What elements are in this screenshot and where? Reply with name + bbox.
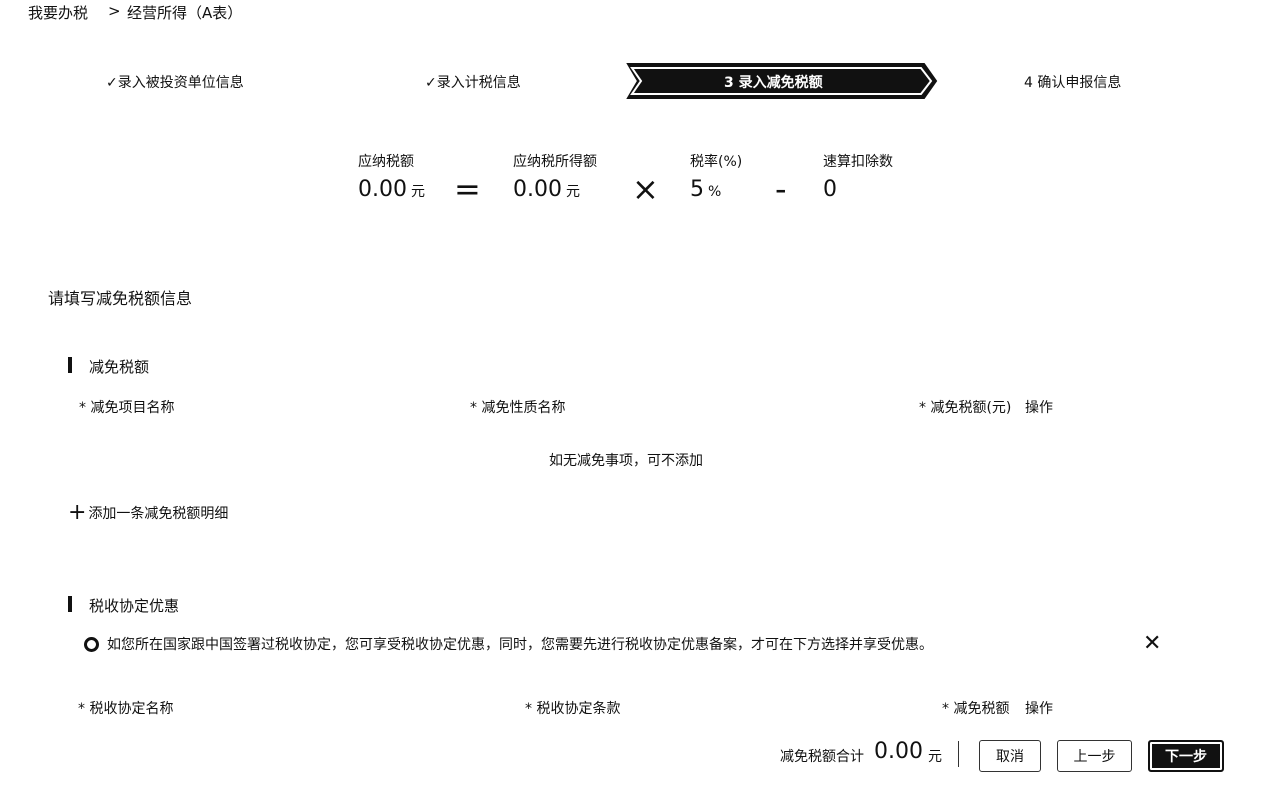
empty-state-text: 如无减免事项，可不添加 [549, 453, 703, 469]
step-4-label: 4 确认申报信息 [1024, 75, 1122, 91]
check-icon: ✓ [425, 75, 437, 91]
treaty-notice: 如您所在国家跟中国签署过税收协定，您可享受税收协定优惠，同时，您需要先进行税收协… [84, 634, 933, 654]
plus-icon: + [68, 500, 87, 525]
tax-payable-label: 应纳税额 [358, 154, 414, 170]
taxable-income-unit: 元 [565, 184, 580, 200]
section-marker [68, 596, 72, 612]
tax-rate-value: 5% [690, 177, 722, 202]
col-treaty-clause: * 税收协定条款 [525, 701, 621, 717]
section-title: 请填写减免税额信息 [48, 289, 193, 308]
step-2-label: 录入计税信息 [436, 75, 521, 91]
col-reduction-action: 操作 [1025, 400, 1053, 416]
quick-deduction-label: 速算扣除数 [823, 154, 893, 170]
step-1: ✓录入被投资单位信息 [106, 72, 244, 92]
info-icon [84, 636, 99, 652]
col-treaty-action: 操作 [1025, 701, 1053, 717]
total-value: 0.00 [874, 739, 923, 764]
times-sign: × [632, 170, 659, 208]
col-treaty-name: * 税收协定名称 [78, 701, 174, 717]
col-reduction-nature: * 减免性质名称 [470, 400, 566, 416]
cancel-button[interactable]: 取消 [979, 740, 1041, 772]
tax-payable-unit: 元 [410, 184, 425, 200]
breadcrumb-separator-icon: > [108, 2, 121, 20]
tax-rate-unit: % [708, 184, 722, 200]
total-label: 减免税额合计 [780, 749, 864, 765]
prev-button[interactable]: 上一步 [1057, 740, 1132, 772]
next-button[interactable]: 下一步 [1148, 740, 1224, 772]
section-marker [68, 357, 72, 373]
taxable-income-label: 应纳税所得额 [513, 154, 597, 170]
add-reduction-button[interactable]: + 添加一条减免税额明细 [68, 500, 229, 525]
taxable-income-value: 0.00 元 [513, 177, 580, 202]
add-reduction-label: 添加一条减免税额明细 [88, 506, 229, 522]
total-unit: 元 [928, 749, 942, 765]
minus-sign: - [775, 170, 787, 208]
col-treaty-amount: * 减免税额 [942, 701, 1010, 717]
treaty-notice-text: 如您所在国家跟中国签署过税收协定，您可享受税收协定优惠，同时，您需要先进行税收协… [107, 637, 933, 653]
breadcrumb-home[interactable]: 我要办税 [28, 2, 88, 23]
col-reduction-item: * 减免项目名称 [79, 400, 175, 416]
reduction-title: 减免税额 [89, 358, 150, 376]
footer-divider [958, 741, 959, 767]
step-2: ✓录入计税信息 [425, 72, 521, 92]
treaty-title: 税收协定优惠 [89, 597, 180, 615]
quick-deduction-value: 0 [823, 177, 837, 202]
equals-sign: = [454, 170, 481, 208]
tax-payable-value: 0.00 元 [358, 177, 425, 202]
breadcrumb-current: 经营所得（A表） [127, 4, 243, 22]
step-3-label: 3 录入减免税额 [724, 75, 823, 91]
step-1-label: 录入被投资单位信息 [117, 75, 244, 91]
tax-rate-label: 税率(%) [690, 154, 743, 170]
close-icon[interactable]: ✕ [1143, 631, 1161, 656]
check-icon: ✓ [106, 75, 118, 91]
col-reduction-amount: * 减免税额(元) [919, 400, 1012, 416]
